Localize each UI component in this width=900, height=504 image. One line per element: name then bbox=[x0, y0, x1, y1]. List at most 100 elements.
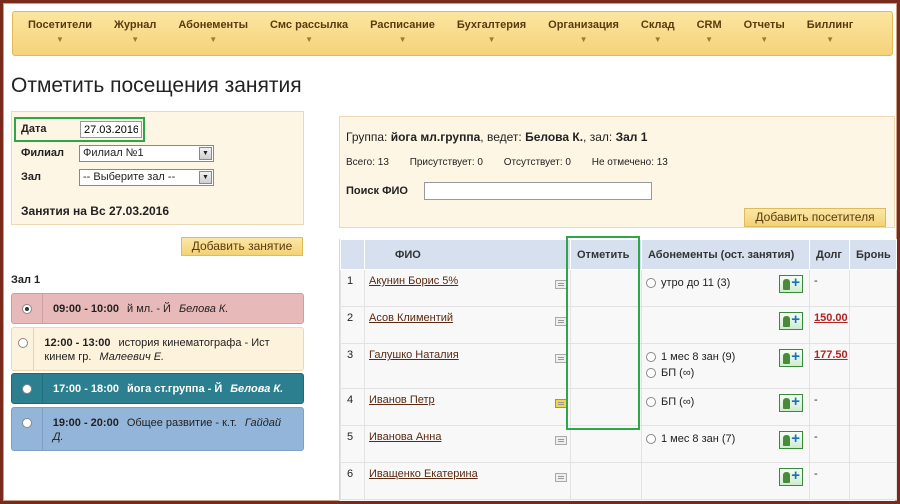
note-icon[interactable] bbox=[555, 280, 567, 289]
booking-cell[interactable] bbox=[849, 306, 897, 344]
stat-absent: Отсутствует: 0 bbox=[503, 157, 571, 168]
chevron-down-icon: ▼ bbox=[760, 35, 769, 44]
add-visitor-button[interactable]: Добавить посетителя bbox=[744, 208, 886, 227]
subscription-radio[interactable] bbox=[646, 434, 656, 444]
attendance-stats: Всего: 13 Присутствует: 0 Отсутствует: 0… bbox=[346, 157, 686, 168]
chevron-down-icon: ▼ bbox=[579, 35, 588, 44]
subscription-option[interactable]: БП (∞) bbox=[646, 367, 805, 379]
session-item[interactable]: 19:00 - 20:00 Общее развитие - к.т. Гайдай… bbox=[11, 407, 304, 451]
col-header-debt: Долг bbox=[809, 239, 850, 270]
menu-item[interactable]: Биллинг ▼ bbox=[796, 12, 865, 55]
lead-prefix: , ведет: bbox=[480, 130, 522, 144]
session-radio[interactable] bbox=[17, 338, 28, 348]
session-radio[interactable] bbox=[22, 384, 32, 394]
add-subscription-icon[interactable] bbox=[779, 467, 803, 486]
session-radio-cell bbox=[12, 294, 43, 323]
mark-cell[interactable] bbox=[570, 388, 642, 426]
menu-item[interactable]: Бухгалтерия ▼ bbox=[446, 12, 537, 55]
add-subscription-icon[interactable] bbox=[779, 393, 803, 412]
menu-item[interactable]: Смс рассылка ▼ bbox=[259, 12, 359, 55]
chevron-down-icon: ▼ bbox=[705, 35, 714, 44]
mark-cell[interactable] bbox=[570, 306, 642, 344]
mark-cell[interactable] bbox=[570, 343, 642, 389]
menu-item[interactable]: CRM ▼ bbox=[686, 12, 733, 55]
session-title: й мл. - Й bbox=[127, 303, 171, 315]
session-radio[interactable] bbox=[21, 418, 32, 428]
menu-item[interactable]: Расписание ▼ bbox=[359, 12, 446, 55]
stat-total: Всего: 13 bbox=[346, 157, 389, 168]
subscription-radio[interactable] bbox=[646, 278, 656, 288]
subscription-radio[interactable] bbox=[646, 352, 656, 362]
note-icon[interactable] bbox=[555, 399, 567, 408]
note-icon[interactable] bbox=[555, 317, 567, 326]
name-cell: Иващенко Екатерина bbox=[364, 462, 571, 500]
menu-item-label: Абонементы bbox=[178, 19, 248, 31]
add-session-button[interactable]: Добавить занятие bbox=[181, 237, 303, 256]
chevron-down-icon: ▼ bbox=[398, 35, 407, 44]
menu-item[interactable]: Журнал ▼ bbox=[103, 12, 167, 55]
debt-cell: - bbox=[809, 388, 850, 426]
search-input[interactable] bbox=[424, 182, 652, 200]
session-body: 12:00 - 13:00 история кинематографа - Ист… bbox=[34, 328, 303, 370]
debt-link[interactable]: 150.00 bbox=[814, 312, 848, 324]
menu-item[interactable]: Посетители ▼ bbox=[17, 12, 103, 55]
visitor-name-link[interactable]: Галушко Наталия bbox=[369, 349, 459, 361]
booking-cell[interactable] bbox=[849, 269, 897, 307]
session-item[interactable]: 17:00 - 18:00 йога ст.группа - Й Белова К. bbox=[11, 373, 304, 404]
app-window: Посетители ▼ Журнал ▼ Абонементы ▼ Смс рассылк… bbox=[0, 0, 900, 504]
session-body: 09:00 - 10:00 й мл. - Й Белова К. bbox=[43, 294, 238, 323]
debt-cell: - bbox=[809, 462, 850, 500]
mark-cell[interactable] bbox=[570, 462, 642, 500]
debt-cell: - bbox=[809, 425, 850, 463]
menu-item[interactable]: Организация ▼ bbox=[537, 12, 630, 55]
booking-cell[interactable] bbox=[849, 388, 897, 426]
branch-select[interactable]: Филиал №1 ▼ bbox=[79, 145, 214, 162]
hall-prefix: , зал: bbox=[583, 130, 613, 144]
chevron-down-icon: ▼ bbox=[653, 35, 662, 44]
group-info-panel: Группа: йога мл.группа, ведет: Белова К.… bbox=[339, 116, 895, 228]
add-subscription-icon[interactable] bbox=[779, 274, 803, 293]
subscription-radio[interactable] bbox=[646, 397, 656, 407]
menu-item-label: Посетители bbox=[28, 19, 92, 31]
subscriptions-cell: 1 мес 8 зан (9) БП (∞) bbox=[641, 343, 810, 389]
session-body: 17:00 - 18:00 йога ст.группа - Й Белова К. bbox=[43, 374, 293, 403]
visitor-name-link[interactable]: Акунин Борис 5% bbox=[369, 275, 458, 287]
subscriptions-cell bbox=[641, 462, 810, 500]
session-radio[interactable] bbox=[22, 304, 32, 314]
session-radio-cell bbox=[12, 374, 43, 403]
group-info-line: Группа: йога мл.группа, ведет: Белова К.… bbox=[346, 130, 647, 144]
row-number: 4 bbox=[340, 388, 365, 426]
menu-item[interactable]: Отчеты ▼ bbox=[733, 12, 796, 55]
mark-cell[interactable] bbox=[570, 425, 642, 463]
col-header-booking: Бронь bbox=[849, 239, 897, 270]
session-radio-cell bbox=[12, 328, 35, 370]
visitor-name-link[interactable]: Иващенко Екатерина bbox=[369, 468, 478, 480]
col-header-name[interactable]: ФИО bbox=[364, 239, 571, 270]
session-item[interactable]: 09:00 - 10:00 й мл. - Й Белова К. bbox=[11, 293, 304, 324]
add-subscription-icon[interactable] bbox=[779, 430, 803, 449]
note-icon[interactable] bbox=[555, 354, 567, 363]
group-prefix: Группа: bbox=[346, 130, 388, 144]
note-icon[interactable] bbox=[555, 473, 567, 482]
branch-label: Филиал bbox=[21, 147, 65, 159]
hall-select[interactable]: -- Выберите зал -- ▼ bbox=[79, 169, 214, 186]
menu-item[interactable]: Склад ▼ bbox=[630, 12, 686, 55]
menu-item[interactable]: Абонементы ▼ bbox=[167, 12, 259, 55]
booking-cell[interactable] bbox=[849, 462, 897, 500]
visitor-name-link[interactable]: Иванов Петр bbox=[369, 394, 435, 406]
subscription-radio[interactable] bbox=[646, 368, 656, 378]
stat-unmarked: Не отмечено: 13 bbox=[591, 157, 668, 168]
date-input[interactable] bbox=[80, 121, 142, 138]
add-subscription-icon[interactable] bbox=[779, 348, 803, 367]
add-subscription-icon[interactable] bbox=[779, 311, 803, 330]
debt-link[interactable]: 177.50 bbox=[814, 349, 848, 361]
group-name: йога мл.группа bbox=[390, 130, 481, 144]
mark-cell[interactable] bbox=[570, 269, 642, 307]
branch-select-value: Филиал №1 bbox=[83, 147, 144, 159]
visitor-name-link[interactable]: Иванова Анна bbox=[369, 431, 441, 443]
booking-cell[interactable] bbox=[849, 425, 897, 463]
booking-cell[interactable] bbox=[849, 343, 897, 389]
session-item[interactable]: 12:00 - 13:00 история кинематографа - Ист… bbox=[11, 327, 304, 371]
visitor-name-link[interactable]: Асов Климентий bbox=[369, 312, 453, 324]
note-icon[interactable] bbox=[555, 436, 567, 445]
